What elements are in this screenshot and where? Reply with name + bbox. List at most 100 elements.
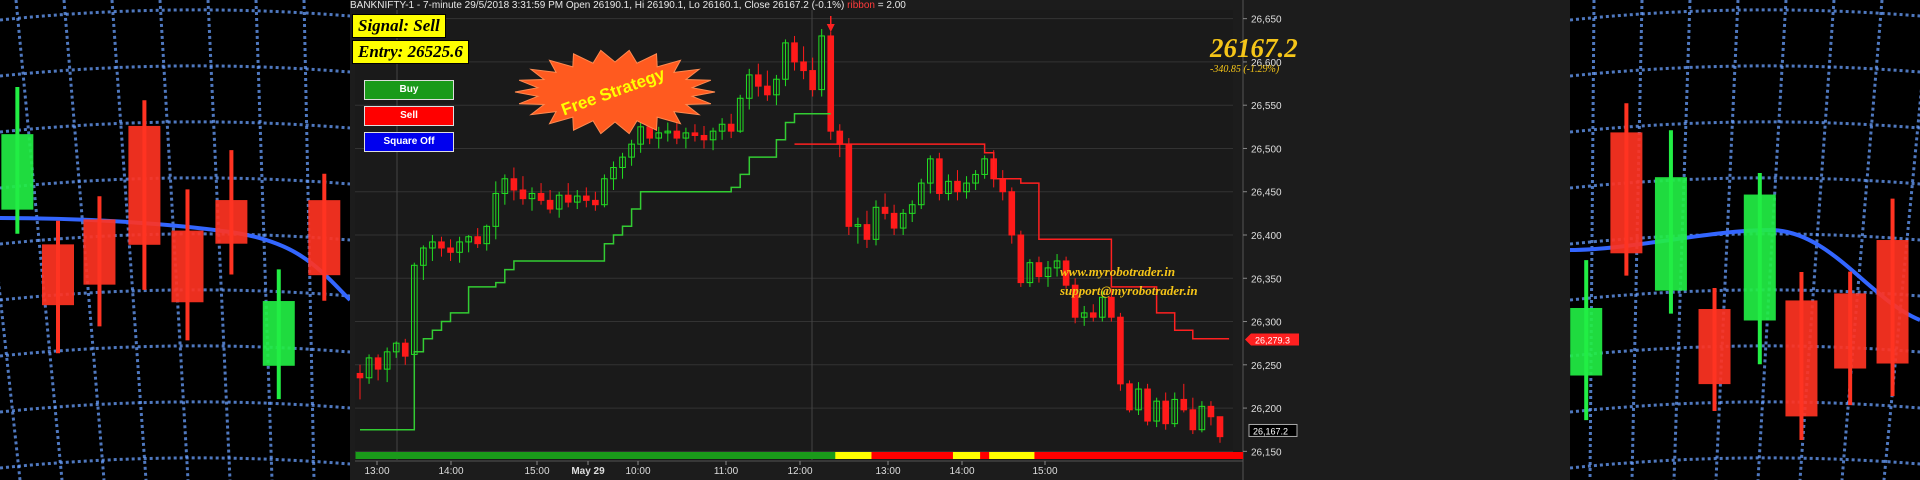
entry-label: Entry: 26525.6 <box>352 40 469 64</box>
stage: 26,650 26,600 26,550 26,500 26,450 26,400 26,3… <box>0 0 1920 480</box>
candle-body <box>1108 296 1115 318</box>
ribbon-segment <box>1034 452 1244 459</box>
candle-body <box>727 123 735 132</box>
y-tick-label: 26,150 <box>1251 447 1282 458</box>
background-candle-body <box>1654 177 1687 291</box>
candle-body <box>1189 409 1197 431</box>
candle-body <box>863 224 871 240</box>
free-strategy-badge[interactable]: Free Strategy <box>510 42 720 142</box>
candle-body <box>845 143 853 227</box>
x-tick-label: May 29 <box>571 466 605 477</box>
x-tick-label: 14:00 <box>438 466 463 477</box>
candle-body <box>791 42 798 63</box>
background-candle-body <box>1834 293 1867 369</box>
candle-body <box>374 357 382 370</box>
background-candle-body <box>171 230 204 303</box>
buy-button[interactable]: Buy <box>364 80 454 100</box>
candle-body <box>519 189 527 200</box>
background-candle-body <box>1743 194 1776 321</box>
background-candle-body <box>83 219 116 285</box>
ribbon-label: ribbon <box>847 0 875 11</box>
y-tick-label: 26,500 <box>1251 144 1282 155</box>
candle <box>1126 380 1133 413</box>
candle-body <box>809 70 816 91</box>
signal-label: Signal: Sell <box>352 14 446 38</box>
chart-header: BANKNIFTY-1 - 7-minute 29/5/2018 3:31:59… <box>350 0 906 11</box>
website-link[interactable]: www.myrobotrader.in <box>1060 264 1175 280</box>
candle <box>1144 383 1151 426</box>
candle-body <box>564 194 572 203</box>
candle-body <box>1216 416 1224 438</box>
right-background-candles <box>1570 0 1920 480</box>
background-candle-body <box>262 301 295 366</box>
candle-body <box>1017 234 1025 284</box>
ribbon-segment <box>835 452 872 459</box>
stop-level-label: 26,279.3 <box>1255 335 1290 345</box>
candle-body <box>401 342 409 357</box>
last-price-label: 26,167.2 <box>1253 426 1288 436</box>
candle-body <box>438 241 445 249</box>
ribbon <box>355 452 1244 459</box>
y-tick-label: 26,450 <box>1251 188 1282 199</box>
candle-body <box>936 158 943 194</box>
background-candle-body <box>42 244 75 306</box>
candle-body <box>1117 316 1124 385</box>
candle-body <box>1035 262 1043 278</box>
y-tick-label: 26,300 <box>1251 318 1282 329</box>
x-axis-ticks: 15:00May 2810:0011:0012:0013:0014:0015:0… <box>364 461 1058 477</box>
candle-body <box>1008 191 1016 236</box>
y-tick-label: 26,550 <box>1251 101 1282 112</box>
x-tick-label: 11:00 <box>714 466 739 477</box>
left-background-candles <box>0 0 350 480</box>
candle-body <box>890 212 898 229</box>
background-candle-body <box>1610 132 1643 254</box>
x-tick-label: 13:00 <box>875 466 900 477</box>
ribbon-segment <box>952 452 981 459</box>
background-candle-body <box>1876 240 1909 364</box>
x-tick-label: 10:00 <box>625 466 650 477</box>
ribbon-segment <box>355 452 836 459</box>
candle <box>827 31 835 140</box>
candle-body <box>764 85 771 96</box>
candle-body <box>999 178 1007 193</box>
y-tick-label: 26,200 <box>1251 404 1282 415</box>
left-background-art <box>0 0 350 480</box>
right-background-art <box>1570 0 1920 480</box>
background-candle-body <box>215 200 248 244</box>
x-tick-label: 13:00 <box>364 466 389 477</box>
y-tick-label: 26,400 <box>1251 231 1282 242</box>
candle-body <box>474 236 481 245</box>
x-tick-label: 15:00 <box>1032 466 1057 477</box>
square-off-button[interactable]: Square Off <box>364 132 454 152</box>
x-tick-label: 15:00 <box>524 466 549 477</box>
last-price: 26167.2 <box>1210 33 1298 63</box>
candle-body <box>592 199 599 206</box>
candle-body <box>510 178 518 191</box>
candle-body <box>800 61 807 72</box>
candle-body <box>881 206 889 214</box>
ribbon-segment <box>989 452 1035 459</box>
x-tick-label: 14:00 <box>949 466 974 477</box>
candle-body <box>583 195 590 201</box>
background-candle-body <box>1570 307 1603 376</box>
y-tick-label: 26,250 <box>1251 361 1282 372</box>
candle-body <box>755 74 762 87</box>
background-candle-body <box>1785 300 1818 417</box>
background-candle-body <box>1698 309 1731 385</box>
candle-body <box>546 199 554 210</box>
candle-body <box>447 247 454 253</box>
x-tick-label: 12:00 <box>787 466 812 477</box>
candle-body <box>1089 312 1097 318</box>
candle <box>936 152 943 201</box>
ribbon-segment <box>980 452 990 459</box>
chart-panel[interactable]: 26,650 26,600 26,550 26,500 26,450 26,400 26,3… <box>350 0 1570 480</box>
candle-body <box>954 180 961 193</box>
candle <box>1117 312 1124 391</box>
candle <box>1017 230 1025 287</box>
y-axis-background <box>1243 0 1570 480</box>
support-email[interactable]: support@myrobotrader.in <box>1060 283 1198 299</box>
y-tick-label: 26,350 <box>1251 274 1282 285</box>
symbol-info: BANKNIFTY-1 - 7-minute 29/5/2018 3:31:59… <box>350 0 845 11</box>
sell-button[interactable]: Sell <box>364 106 454 126</box>
candle-body <box>1207 405 1215 418</box>
